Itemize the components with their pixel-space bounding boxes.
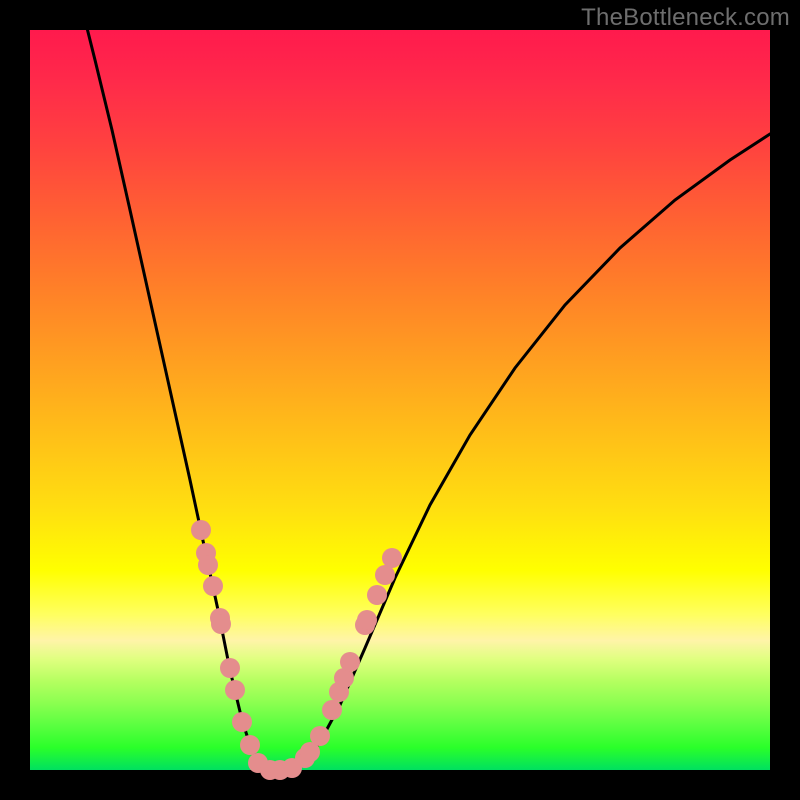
watermark-text: TheBottleneck.com bbox=[581, 4, 790, 32]
curve-right bbox=[280, 134, 770, 770]
data-marker bbox=[203, 576, 223, 596]
data-marker bbox=[322, 700, 342, 720]
bottleneck-plot bbox=[30, 30, 770, 770]
data-marker bbox=[225, 680, 245, 700]
data-marker bbox=[367, 585, 387, 605]
data-marker bbox=[232, 712, 252, 732]
data-marker bbox=[220, 658, 240, 678]
data-marker bbox=[191, 520, 211, 540]
data-markers bbox=[191, 520, 402, 780]
curve-left bbox=[85, 20, 280, 770]
data-marker bbox=[382, 548, 402, 568]
data-marker bbox=[240, 735, 260, 755]
data-marker bbox=[198, 555, 218, 575]
data-marker bbox=[340, 652, 360, 672]
chart-frame: TheBottleneck.com bbox=[0, 0, 800, 800]
data-marker bbox=[211, 614, 231, 634]
data-marker bbox=[357, 610, 377, 630]
data-marker bbox=[310, 726, 330, 746]
